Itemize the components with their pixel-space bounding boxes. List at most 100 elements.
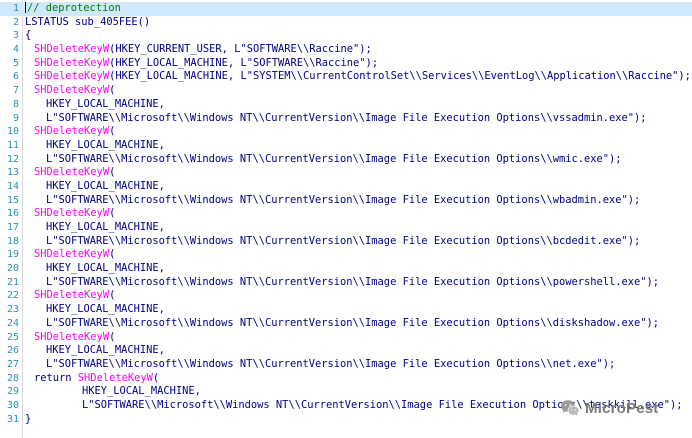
code-text[interactable]: HKEY_LOCAL_MACHINE, bbox=[25, 180, 165, 194]
code-token: HKEY_LOCAL_MACHINE, bbox=[46, 221, 165, 233]
code-token: LSTATUS sub_405FEE() bbox=[25, 15, 151, 28]
watermark-text: MicroPest bbox=[585, 399, 659, 417]
function-name[interactable]: SHDeleteKeyW bbox=[34, 166, 109, 178]
code-token: L"SOFTWARE\\Microsoft\\Windows NT\\Curre… bbox=[46, 152, 622, 165]
code-token: HKEY_LOCAL_MACHINE, bbox=[82, 385, 201, 398]
code-text[interactable]: LSTATUS sub_405FEE() bbox=[25, 16, 150, 30]
code-text[interactable]: L"SOFTWARE\\Microsoft\\Windows NT\\Curre… bbox=[25, 276, 659, 290]
text-caret bbox=[25, 2, 26, 13]
function-name[interactable]: SHDeleteKeyW bbox=[34, 84, 109, 96]
function-name[interactable]: SHDeleteKeyW bbox=[34, 331, 109, 343]
code-line[interactable]: 27 L"SOFTWARE\\Microsoft\\Windows NT\\Cur… bbox=[0, 358, 692, 372]
code-text[interactable]: L"SOFTWARE\\Microsoft\\Windows NT\\Curre… bbox=[25, 235, 640, 249]
code-listing[interactable]: 1// deprotection 2 LSTATUS sub_405FEE() 3{4… bbox=[0, 2, 692, 426]
code-line[interactable]: 28 return SHDeleteKeyW( bbox=[0, 372, 692, 386]
code-text[interactable]: SHDeleteKeyW( bbox=[25, 207, 115, 221]
code-line[interactable]: 9 L"SOFTWARE\\Microsoft\\Windows NT\\Curr… bbox=[0, 112, 692, 126]
code-line[interactable]: 10 SHDeleteKeyW( bbox=[0, 125, 692, 139]
code-text[interactable]: { bbox=[25, 29, 31, 43]
code-token: ( bbox=[109, 289, 116, 302]
code-line[interactable]: 1 // deprotection bbox=[0, 2, 692, 16]
function-name[interactable]: SHDeleteKeyW bbox=[34, 248, 109, 260]
code-line[interactable]: 26 HKEY_LOCAL_MACHINE, bbox=[0, 344, 692, 358]
code-line[interactable]: 21 L"SOFTWARE\\Microsoft\\Windows NT\\Cur… bbox=[0, 276, 692, 290]
code-line[interactable]: 13 SHDeleteKeyW( bbox=[0, 166, 692, 180]
code-text[interactable]: HKEY_LOCAL_MACHINE, bbox=[25, 221, 165, 235]
code-line[interactable]: 18 L"SOFTWARE\\Microsoft\\Windows NT\\Cur… bbox=[0, 235, 692, 249]
code-text[interactable]: SHDeleteKeyW( bbox=[25, 331, 115, 345]
code-text[interactable]: L"SOFTWARE\\Microsoft\\Windows NT\\Curre… bbox=[25, 194, 640, 208]
code-line[interactable]: 20 HKEY_LOCAL_MACHINE, bbox=[0, 262, 692, 276]
code-line[interactable]: 4 SHDeleteKeyW(HKEY_CURRENT_USER, L"SOFTW… bbox=[0, 43, 692, 57]
function-name[interactable]: SHDeleteKeyW bbox=[34, 207, 109, 219]
code-text[interactable]: HKEY_LOCAL_MACHINE, bbox=[25, 344, 165, 358]
line-number: 30 bbox=[6, 399, 19, 411]
code-text[interactable]: return SHDeleteKeyW( bbox=[25, 372, 159, 386]
line-number: 17 bbox=[6, 222, 19, 233]
line-number: 13 bbox=[6, 167, 19, 179]
code-text[interactable]: HKEY_LOCAL_MACHINE, bbox=[25, 262, 165, 276]
line-number: 31 bbox=[6, 413, 19, 425]
code-line[interactable]: 14 HKEY_LOCAL_MACHINE, bbox=[0, 180, 692, 194]
line-number: 19 bbox=[6, 249, 19, 261]
code-text[interactable]: SHDeleteKeyW(HKEY_LOCAL_MACHINE, L"SOFTW… bbox=[25, 57, 378, 71]
line-number: 9 bbox=[12, 112, 19, 124]
code-line[interactable]: 11 HKEY_LOCAL_MACHINE, bbox=[0, 139, 692, 153]
code-token: ( bbox=[109, 248, 116, 261]
code-text[interactable]: // deprotection bbox=[25, 2, 121, 16]
code-line[interactable]: 3{ bbox=[0, 29, 692, 43]
code-line[interactable]: 22 SHDeleteKeyW( bbox=[0, 289, 692, 303]
code-text[interactable]: SHDeleteKeyW( bbox=[25, 84, 115, 98]
code-text[interactable]: } bbox=[25, 413, 31, 427]
code-text[interactable]: L"SOFTWARE\\Microsoft\\Windows NT\\Curre… bbox=[25, 317, 659, 331]
code-line[interactable]: 23 HKEY_LOCAL_MACHINE, bbox=[0, 303, 692, 317]
code-text[interactable]: HKEY_LOCAL_MACHINE, bbox=[25, 139, 165, 153]
function-name[interactable]: SHDeleteKeyW bbox=[34, 289, 109, 301]
code-line[interactable]: 25 SHDeleteKeyW( bbox=[0, 331, 692, 345]
function-name[interactable]: SHDeleteKeyW bbox=[78, 372, 153, 384]
code-line[interactable]: 12 L"SOFTWARE\\Microsoft\\Windows NT\\Cur… bbox=[0, 153, 692, 167]
code-line[interactable]: 7 SHDeleteKeyW( bbox=[0, 84, 692, 98]
line-number: 20 bbox=[6, 263, 19, 275]
code-text[interactable]: L"SOFTWARE\\Microsoft\\Windows NT\\Curre… bbox=[25, 112, 647, 126]
code-text[interactable]: L"SOFTWARE\\Microsoft\\Windows NT\\Curre… bbox=[25, 358, 615, 372]
code-token: } bbox=[25, 412, 32, 425]
function-name[interactable]: SHDeleteKeyW bbox=[34, 43, 109, 55]
code-line[interactable]: 5 SHDeleteKeyW(HKEY_LOCAL_MACHINE, L"SOFT… bbox=[0, 57, 692, 71]
code-line[interactable]: 17 HKEY_LOCAL_MACHINE, bbox=[0, 221, 692, 235]
line-number: 7 bbox=[12, 85, 19, 97]
code-text[interactable]: SHDeleteKeyW( bbox=[25, 166, 115, 180]
code-text[interactable]: SHDeleteKeyW(HKEY_LOCAL_MACHINE, L"SYSTE… bbox=[25, 70, 691, 84]
line-number: 4 bbox=[12, 44, 19, 56]
function-name[interactable]: SHDeleteKeyW bbox=[34, 57, 109, 69]
code-text[interactable]: SHDeleteKeyW( bbox=[25, 248, 115, 262]
code-line[interactable]: 19 SHDeleteKeyW( bbox=[0, 248, 692, 262]
code-token: L"SOFTWARE\\Microsoft\\Windows NT\\Curre… bbox=[46, 275, 660, 288]
code-line[interactable]: 15 L"SOFTWARE\\Microsoft\\Windows NT\\Cur… bbox=[0, 194, 692, 208]
code-text[interactable]: SHDeleteKeyW(HKEY_CURRENT_USER, L"SOFTWA… bbox=[25, 43, 372, 57]
code-text[interactable]: SHDeleteKeyW( bbox=[25, 289, 115, 303]
line-number: 23 bbox=[6, 304, 19, 316]
code-token: HKEY_LOCAL_MACHINE, bbox=[46, 179, 165, 192]
code-text[interactable]: SHDeleteKeyW( bbox=[25, 125, 115, 139]
line-number: 3 bbox=[12, 30, 19, 42]
code-text[interactable]: L"SOFTWARE\\Microsoft\\Windows NT\\Curre… bbox=[25, 153, 622, 167]
code-text[interactable]: HKEY_LOCAL_MACHINE, bbox=[25, 303, 165, 317]
pseudocode-view[interactable]: 1// deprotection 2 LSTATUS sub_405FEE() 3{4… bbox=[0, 0, 692, 438]
code-token: ( bbox=[109, 166, 116, 179]
line-number: 18 bbox=[6, 235, 19, 247]
line-number: 21 bbox=[6, 276, 19, 288]
wechat-icon bbox=[560, 398, 580, 418]
function-name[interactable]: SHDeleteKeyW bbox=[34, 125, 109, 137]
line-number: 10 bbox=[6, 126, 19, 138]
code-line[interactable]: 2 LSTATUS sub_405FEE() bbox=[0, 16, 692, 30]
code-line[interactable]: 16 SHDeleteKeyW( bbox=[0, 207, 692, 221]
code-line[interactable]: 8 HKEY_LOCAL_MACHINE, bbox=[0, 98, 692, 112]
function-name[interactable]: SHDeleteKeyW bbox=[34, 70, 109, 82]
code-token: L"SOFTWARE\\Microsoft\\Windows NT\\Curre… bbox=[46, 193, 641, 206]
code-line[interactable]: 24 L"SOFTWARE\\Microsoft\\Windows NT\\Cur… bbox=[0, 317, 692, 331]
code-text[interactable]: HKEY_LOCAL_MACHINE, bbox=[25, 98, 165, 112]
code-line[interactable]: 6 SHDeleteKeyW(HKEY_LOCAL_MACHINE, L"SYST… bbox=[0, 70, 692, 84]
code-text[interactable]: HKEY_LOCAL_MACHINE, bbox=[25, 385, 201, 399]
code-token: L"SOFTWARE\\Microsoft\\Windows NT\\Curre… bbox=[46, 111, 647, 124]
